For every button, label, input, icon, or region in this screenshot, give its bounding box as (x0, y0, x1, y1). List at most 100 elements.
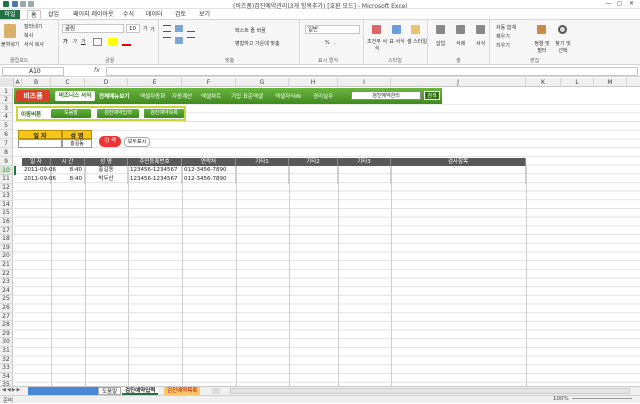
row-header-29[interactable]: 29 (0, 329, 13, 339)
wrap-text-button[interactable]: 텍스트 줄 바꿈 (235, 27, 266, 34)
sort-filter-button[interactable]: 정렬 및 필터 (532, 40, 552, 54)
new-sheet-icon[interactable] (212, 388, 220, 394)
table-cell[interactable] (391, 166, 526, 175)
column-header-m[interactable]: M (594, 78, 627, 87)
row-header-11[interactable]: 11 (0, 175, 13, 184)
bizform-logo[interactable]: 비즈폼 (16, 90, 50, 102)
tab-review[interactable]: 검토 (175, 10, 186, 19)
row-header-1[interactable]: 1 (0, 88, 13, 96)
table-cell[interactable]: 012-3456-7890 (182, 175, 236, 184)
find-select-icon[interactable] (558, 25, 567, 34)
column-header-j[interactable]: J (391, 78, 526, 87)
table-cell[interactable]: 홍길동 (85, 166, 128, 175)
cut-button[interactable]: 잘라내기 (24, 23, 42, 30)
row-header-10[interactable]: 10 (0, 166, 13, 175)
autosum-button[interactable]: 자동 합계 (496, 24, 516, 31)
align-middle-icon[interactable] (175, 25, 183, 32)
banner-search-button[interactable]: 검색 (424, 91, 440, 100)
tab-page-layout[interactable]: 페이지 레이아웃 (73, 10, 114, 19)
menu-all[interactable]: 전체메뉴보기 (99, 92, 129, 100)
sheet-tab-booking-list[interactable]: 검진예약목록 (164, 387, 201, 395)
horizontal-scrollbar[interactable] (230, 388, 630, 394)
paste-icon[interactable] (4, 24, 16, 38)
find-select-button[interactable]: 찾기 및 선택 (553, 40, 573, 54)
row-header-24[interactable]: 24 (0, 286, 13, 296)
row-header-3[interactable]: 3 (0, 104, 13, 113)
delete-cells-button[interactable]: 삭제 (456, 40, 465, 47)
row-header-12[interactable]: 12 (0, 183, 13, 193)
save-icon[interactable] (12, 1, 18, 7)
column-header-a[interactable]: A (14, 78, 22, 87)
table-cell[interactable]: 123456-1234567 (128, 166, 182, 175)
booking-list-button[interactable]: 검진예약목록 (144, 109, 184, 118)
format-cells-button[interactable]: 서식 (476, 40, 485, 47)
tab-data[interactable]: 데이터 (146, 10, 163, 19)
row-header-19[interactable]: 19 (0, 243, 13, 253)
banner-search-input[interactable]: 검진예약관리 (351, 91, 421, 100)
maximize-button[interactable]: ▢ (615, 1, 624, 7)
table-cell[interactable] (236, 175, 289, 184)
row-header-15[interactable]: 15 (0, 209, 13, 218)
row-header-17[interactable]: 17 (0, 226, 13, 236)
column-header-i[interactable]: I (338, 78, 391, 87)
row-header-9[interactable]: 9 (0, 157, 13, 166)
table-header-1[interactable]: 시 간 (51, 158, 85, 166)
fill-button[interactable]: 채우기 (496, 33, 510, 40)
column-header-h[interactable]: H (289, 78, 338, 87)
sort-filter-icon[interactable] (537, 25, 546, 34)
bold-button[interactable]: 가 (63, 38, 68, 45)
table-header-6[interactable]: 기타2 (289, 158, 338, 166)
font-name-select[interactable]: 굴림 (62, 24, 124, 33)
column-header-f[interactable]: F (182, 78, 236, 87)
sheet-tab-help[interactable]: 도움말 (98, 387, 122, 395)
formula-input[interactable] (106, 67, 638, 76)
menu-excel-in[interactable]: 엑셀자식iN (275, 92, 301, 100)
align-top-icon[interactable] (163, 25, 171, 32)
date-filter-input[interactable] (18, 139, 62, 148)
column-header-b[interactable]: B (22, 78, 51, 87)
row-header-8[interactable]: 8 (0, 148, 13, 157)
table-cell[interactable] (391, 175, 526, 184)
worksheet-grid[interactable] (14, 88, 640, 386)
sheet-nav-arrows[interactable]: ◀◀▶▶ (2, 387, 21, 393)
table-header-7[interactable]: 기타3 (338, 158, 391, 166)
show-all-button[interactable]: 모두표시 (124, 137, 150, 147)
table-cell[interactable] (289, 166, 338, 175)
menu-excel-auto[interactable]: 엑셀자동화 (140, 92, 165, 100)
table-cell[interactable]: 2011-09-06 (22, 166, 56, 175)
table-cell[interactable] (289, 175, 338, 184)
conditional-format-icon[interactable] (372, 25, 381, 34)
table-header-8[interactable]: 검사항목 (391, 158, 526, 166)
align-center-icon[interactable] (175, 37, 183, 44)
row-header-22[interactable]: 22 (0, 269, 13, 279)
align-right-icon[interactable] (187, 37, 195, 44)
row-header-16[interactable]: 16 (0, 218, 13, 227)
zoom-level[interactable]: 100% (553, 396, 569, 402)
format-painter-button[interactable]: 서식 복사 (24, 41, 44, 48)
table-header-2[interactable]: 성 명 (85, 158, 128, 166)
copy-button[interactable]: 복사 (24, 32, 33, 39)
name-box[interactable]: A10 (2, 67, 64, 76)
select-all-corner[interactable] (0, 78, 14, 87)
percent-button[interactable]: % (325, 40, 330, 46)
number-format-select[interactable]: 일반 (305, 25, 360, 34)
row-header-6[interactable]: 6 (0, 130, 13, 139)
row-header-25[interactable]: 25 (0, 295, 13, 304)
row-header-26[interactable]: 26 (0, 304, 13, 313)
row-header-5[interactable]: 5 (0, 121, 13, 130)
border-icon[interactable] (93, 38, 102, 46)
table-cell[interactable]: 012-3456-7890 (182, 166, 236, 175)
booking-input-button[interactable]: 검진예약입력 (97, 109, 139, 118)
tab-view[interactable]: 보기 (199, 10, 210, 19)
sheet-tab-hidden-1[interactable] (28, 387, 98, 395)
row-header-20[interactable]: 20 (0, 252, 13, 261)
row-header-34[interactable]: 34 (0, 372, 13, 382)
cell-styles-icon[interactable] (411, 25, 420, 34)
underline-button[interactable]: 가 (81, 38, 86, 45)
row-header-28[interactable]: 28 (0, 321, 13, 330)
redo-icon[interactable] (28, 1, 34, 7)
conditional-format-button[interactable]: 조건부 서식 (367, 38, 387, 52)
zoom-slider[interactable] (572, 398, 632, 399)
row-header-27[interactable]: 27 (0, 312, 13, 322)
table-cell[interactable] (338, 175, 391, 184)
